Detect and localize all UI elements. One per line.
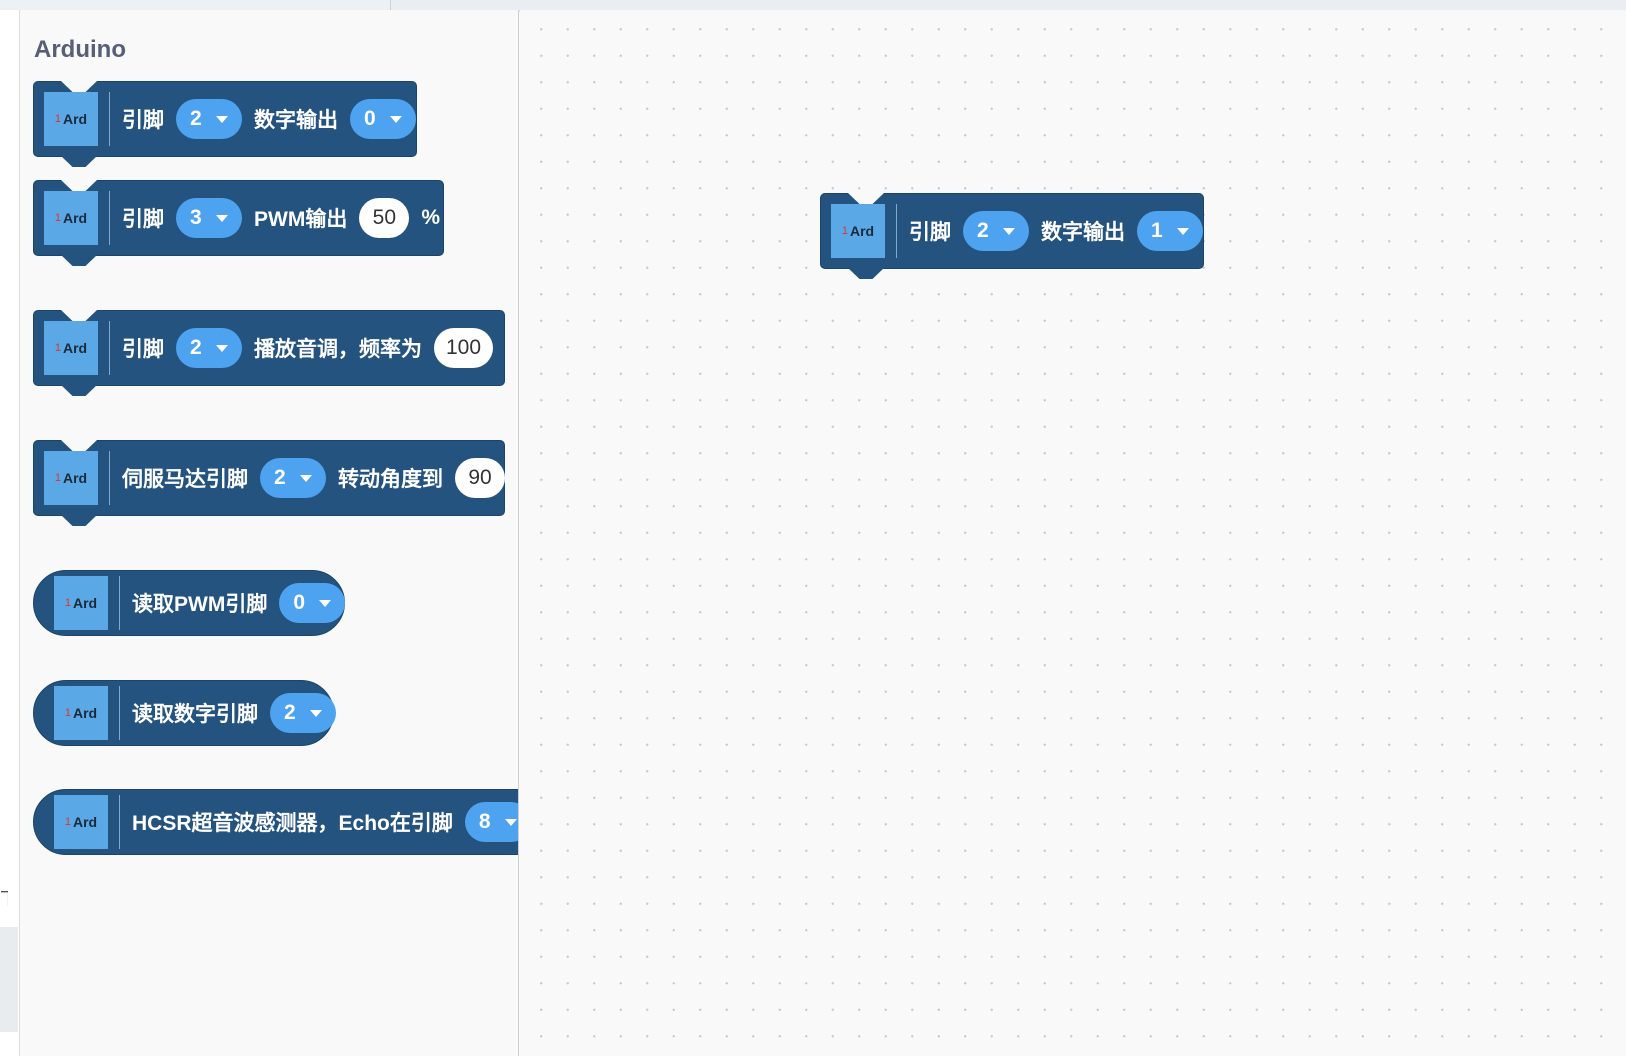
- separator: [109, 92, 110, 146]
- code-workspace[interactable]: 1 Ard 引脚 2 数字输出 1: [520, 10, 1626, 1056]
- tab[interactable]: [232, 0, 391, 10]
- block-label: 伺服马达引脚: [122, 468, 248, 491]
- ard-icon: 1 Ard: [54, 795, 108, 849]
- digital-write-block[interactable]: 1 Ard 引脚 2 数字输出 0: [33, 81, 417, 167]
- pin-dropdown[interactable]: 0: [279, 583, 346, 623]
- block-label: 数字输出: [1041, 221, 1125, 244]
- block-label: 转动角度到: [338, 468, 443, 491]
- block-label: 引脚: [122, 109, 164, 132]
- chevron-down-icon: [216, 214, 228, 222]
- ard-icon: 1 Ard: [54, 686, 108, 740]
- separator: [119, 795, 120, 849]
- chevron-down-icon: [319, 599, 332, 607]
- chevron-down-icon: [1003, 227, 1015, 235]
- category-label-fragment: 下: [0, 890, 8, 910]
- tab[interactable]: [0, 0, 73, 10]
- block-label: PWM输出: [254, 208, 348, 231]
- unit-label: %: [421, 206, 441, 229]
- separator: [109, 191, 110, 245]
- ard-icon: 1 Ard: [831, 204, 885, 258]
- block-label: 引脚: [909, 221, 951, 244]
- ard-icon: 1 Ard: [54, 576, 108, 630]
- pin-dropdown[interactable]: 2: [270, 693, 336, 733]
- chevron-down-icon: [504, 818, 517, 826]
- pin-dropdown[interactable]: 2: [176, 328, 242, 368]
- pin-dropdown[interactable]: 8: [464, 802, 518, 842]
- block-label: 引脚: [122, 208, 164, 231]
- chevron-down-icon: [390, 115, 402, 123]
- separator: [896, 204, 897, 258]
- block-label: HCSR超音波感测器，Echo在引脚: [132, 812, 453, 835]
- read-digital-block[interactable]: 1 Ard 读取数字引脚 2: [33, 680, 336, 746]
- workspace-digital-write-block[interactable]: 1 Ard 引脚 2 数字输出 1: [820, 193, 1204, 279]
- chevron-down-icon: [216, 344, 228, 352]
- separator: [109, 451, 110, 505]
- ard-icon: 1 Ard: [44, 451, 98, 505]
- category-item-selected[interactable]: [0, 927, 18, 1032]
- pin-dropdown[interactable]: 2: [963, 211, 1029, 251]
- tone-block[interactable]: 1 Ard 引脚 2 播放音调，频率为 100: [33, 310, 505, 396]
- chevron-down-icon: [1177, 227, 1189, 235]
- value-dropdown[interactable]: 0: [350, 99, 416, 139]
- separator: [119, 576, 120, 630]
- block-label: 播放音调，频率为: [254, 338, 422, 361]
- pin-dropdown[interactable]: 3: [176, 198, 242, 238]
- block-label: 读取数字引脚: [132, 703, 258, 726]
- tab[interactable]: [72, 0, 233, 10]
- ard-icon: 1 Ard: [44, 191, 98, 245]
- ard-icon: 1 Ard: [44, 92, 98, 146]
- block-label: 引脚: [122, 338, 164, 361]
- pwm-write-block[interactable]: 1 Ard 引脚 3 PWM输出 50 %: [33, 180, 444, 266]
- servo-block[interactable]: 1 Ard 伺服马达引脚 2 转动角度到 90: [33, 440, 505, 526]
- separator: [109, 321, 110, 375]
- ard-icon: 1 Ard: [44, 321, 98, 375]
- separator: [119, 686, 120, 740]
- block-palette: Arduino 1 Ard 引脚 2 数字输出 0 1 Ard 引脚 3 PWM输出…: [20, 10, 519, 1056]
- chevron-down-icon: [310, 709, 322, 717]
- ultrasonic-block[interactable]: 1 Ard HCSR超音波感测器，Echo在引脚 8: [33, 789, 518, 855]
- block-label: 读取PWM引脚: [132, 593, 268, 616]
- block-label: 数字输出: [254, 109, 338, 132]
- angle-input[interactable]: 90: [455, 458, 505, 498]
- frequency-input[interactable]: 100: [434, 328, 494, 368]
- value-dropdown[interactable]: 1: [1137, 211, 1203, 251]
- category-sidebar: 下: [0, 10, 20, 1056]
- pin-dropdown[interactable]: 2: [260, 458, 326, 498]
- pin-dropdown[interactable]: 2: [176, 99, 242, 139]
- pwm-value-input[interactable]: 50: [359, 198, 410, 238]
- read-pwm-block[interactable]: 1 Ard 读取PWM引脚 0: [33, 570, 346, 636]
- category-title: Arduino: [34, 36, 126, 63]
- chevron-down-icon: [300, 474, 312, 482]
- chevron-down-icon: [216, 115, 228, 123]
